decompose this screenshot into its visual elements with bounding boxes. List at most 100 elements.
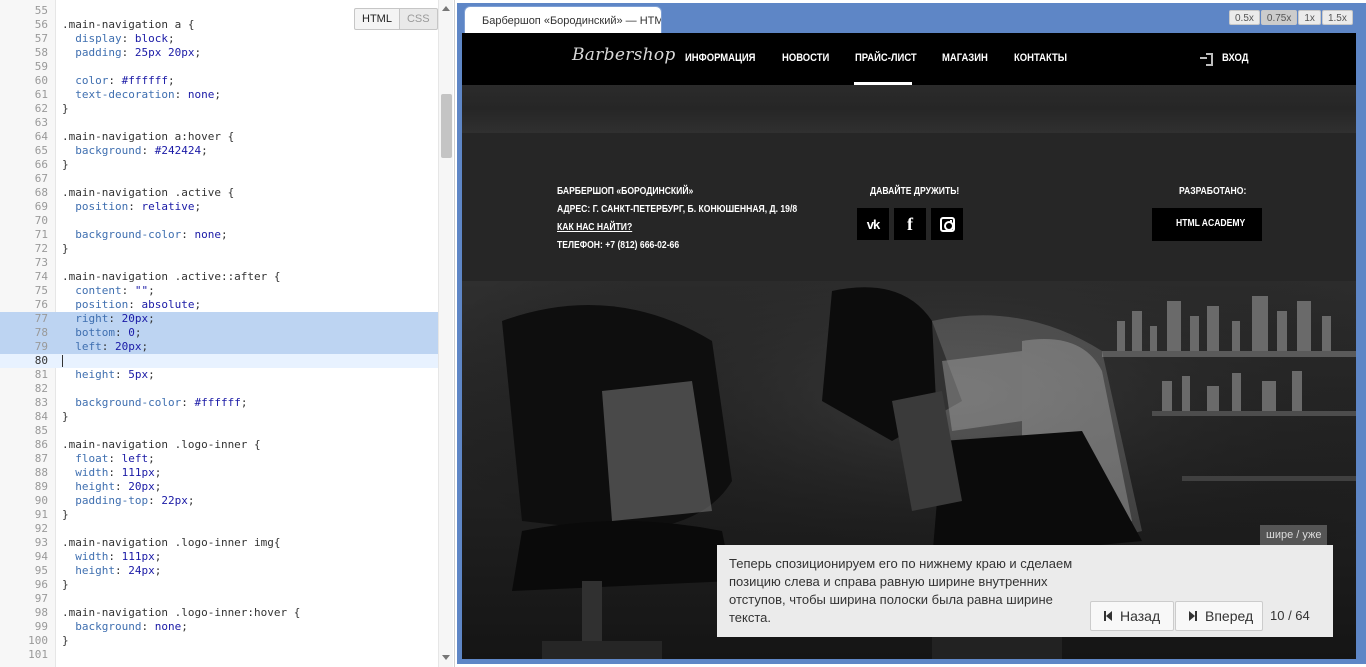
- code-line[interactable]: 94 width: 111px;: [0, 550, 438, 564]
- css-selector: .main-navigation .logo-inner: [62, 438, 248, 451]
- code-line[interactable]: 81 height: 5px;: [0, 368, 438, 382]
- code-line[interactable]: 71 background-color: none;: [0, 228, 438, 242]
- code-line[interactable]: 65 background: #242424;: [0, 144, 438, 158]
- code-text: }: [62, 578, 69, 592]
- code-line[interactable]: 82: [0, 382, 438, 396]
- site-navigation: Barbershop ИНФОРМАЦИЯ НОВОСТИ ПРАЙС-ЛИСТ…: [462, 33, 1356, 85]
- code-line[interactable]: 88 width: 111px;: [0, 466, 438, 480]
- code-line[interactable]: 66}: [0, 158, 438, 172]
- step-counter: 10 / 64: [1270, 608, 1310, 623]
- code-line[interactable]: 97: [0, 592, 438, 606]
- code-line[interactable]: 67: [0, 172, 438, 186]
- code-line[interactable]: 79 left: 20px;: [0, 340, 438, 354]
- nav-item-news[interactable]: НОВОСТИ: [782, 52, 829, 64]
- code-line[interactable]: 90 padding-top: 22px;: [0, 494, 438, 508]
- code-line[interactable]: 80: [0, 354, 438, 368]
- forward-button[interactable]: Вперед: [1175, 601, 1263, 631]
- instagram-button[interactable]: [931, 208, 963, 240]
- code-line[interactable]: 100}: [0, 634, 438, 648]
- css-property: text-decoration: [75, 88, 175, 101]
- code-line[interactable]: 59: [0, 60, 438, 74]
- code-line[interactable]: 60 color: #ffffff;: [0, 74, 438, 88]
- css-semicolon: ;: [194, 298, 202, 311]
- code-line[interactable]: 73: [0, 256, 438, 270]
- line-number: 98: [34, 606, 48, 619]
- line-number: 56: [34, 18, 48, 31]
- preview-tab-title[interactable]: Барбершоп «Бородинский» — HTM: [465, 7, 661, 35]
- nav-item-contacts[interactable]: КОНТАКТЫ: [1014, 52, 1067, 64]
- login-link[interactable]: ВХОД: [1200, 52, 1253, 66]
- code-line[interactable]: 98 .main-navigation .logo-inner:hover {: [0, 606, 438, 620]
- zoom-button[interactable]: 1.5x: [1321, 10, 1353, 25]
- code-line[interactable]: 72}: [0, 242, 438, 256]
- code-line[interactable]: 70: [0, 214, 438, 228]
- code-line[interactable]: 64 .main-navigation a:hover {: [0, 130, 438, 144]
- editor-scrollbar[interactable]: [438, 0, 453, 667]
- code-text: display: block;: [62, 32, 174, 46]
- css-semicolon: ;: [194, 46, 202, 59]
- vk-button[interactable]: vk: [857, 208, 889, 240]
- nav-item-price-list[interactable]: ПРАЙС-ЛИСТ: [855, 52, 917, 64]
- html-academy-button[interactable]: HTML ACADEMY: [1152, 208, 1262, 241]
- code-line[interactable]: 77 right: 20px;: [0, 312, 438, 326]
- css-semicolon: ;: [148, 368, 155, 381]
- line-number: 94: [34, 550, 48, 563]
- line-number: 68: [34, 186, 48, 199]
- code-line[interactable]: 86 .main-navigation .logo-inner {: [0, 438, 438, 452]
- code-line[interactable]: 83 background-color: #ffffff;: [0, 396, 438, 410]
- code-line[interactable]: 84}: [0, 410, 438, 424]
- footer-how-to-find-link[interactable]: КАК НАС НАЙТИ?: [557, 222, 632, 233]
- code-line[interactable]: 58 padding: 25px 20px;: [0, 46, 438, 60]
- code-line[interactable]: 91}: [0, 508, 438, 522]
- tab-css[interactable]: CSS: [399, 8, 438, 30]
- scroll-up-arrow-icon[interactable]: [442, 6, 450, 11]
- line-number: 64: [34, 130, 48, 143]
- line-number: 90: [34, 494, 48, 507]
- code-line[interactable]: 74 .main-navigation .active::after {: [0, 270, 438, 284]
- scrollbar-thumb[interactable]: [441, 94, 452, 158]
- code-line[interactable]: 101: [0, 648, 438, 662]
- code-line[interactable]: 99 background: none;: [0, 620, 438, 634]
- code-line[interactable]: 89 height: 20px;: [0, 480, 438, 494]
- code-text: width: 111px;: [62, 550, 161, 564]
- facebook-button[interactable]: f: [894, 208, 926, 240]
- barbershop-logo[interactable]: Barbershop: [572, 45, 676, 65]
- code-line[interactable]: 96}: [0, 578, 438, 592]
- code-line[interactable]: 76 position: absolute;: [0, 298, 438, 312]
- line-number: 82: [34, 382, 48, 395]
- code-line[interactable]: 93 .main-navigation .logo-inner img{: [0, 536, 438, 550]
- code-area[interactable]: 55 56 .main-navigation a {57 display: bloc…: [0, 4, 438, 662]
- code-line[interactable]: 87 float: left;: [0, 452, 438, 466]
- scroll-down-arrow-icon[interactable]: [442, 655, 450, 660]
- code-line[interactable]: 69 position: relative;: [0, 200, 438, 214]
- nav-item-info[interactable]: ИНФОРМАЦИЯ: [685, 52, 755, 64]
- zoom-button[interactable]: 1x: [1298, 10, 1321, 25]
- tab-html[interactable]: HTML: [354, 8, 400, 30]
- code-line[interactable]: 68 .main-navigation .active {: [0, 186, 438, 200]
- code-line[interactable]: 61 text-decoration: none;: [0, 88, 438, 102]
- code-line[interactable]: 75 content: "";: [0, 284, 438, 298]
- css-colon: :: [148, 494, 162, 507]
- code-line[interactable]: 85: [0, 424, 438, 438]
- code-line[interactable]: 95 height: 24px;: [0, 564, 438, 578]
- nav-item-shop[interactable]: МАГАЗИН: [942, 52, 988, 64]
- code-text: .main-navigation .logo-inner img{: [62, 536, 281, 550]
- css-value: absolute: [141, 298, 195, 311]
- code-line[interactable]: 78 bottom: 0;: [0, 326, 438, 340]
- code-line[interactable]: 57 display: block;: [0, 32, 438, 46]
- css-semicolon: ;: [154, 466, 162, 479]
- css-selector: .main-navigation .active::after: [62, 270, 268, 283]
- zoom-button[interactable]: 0.5x: [1229, 10, 1260, 25]
- code-line[interactable]: 62}: [0, 102, 438, 116]
- code-line[interactable]: 92: [0, 522, 438, 536]
- code-text: bottom: 0;: [62, 326, 141, 340]
- code-line[interactable]: 63: [0, 116, 438, 130]
- css-editor[interactable]: 55 56 .main-navigation a {57 display: bloc…: [0, 0, 455, 667]
- wider-narrower-toggle[interactable]: шире / уже: [1260, 525, 1328, 545]
- zoom-button[interactable]: 0.75x: [1260, 10, 1298, 25]
- back-button[interactable]: Назад: [1090, 601, 1174, 631]
